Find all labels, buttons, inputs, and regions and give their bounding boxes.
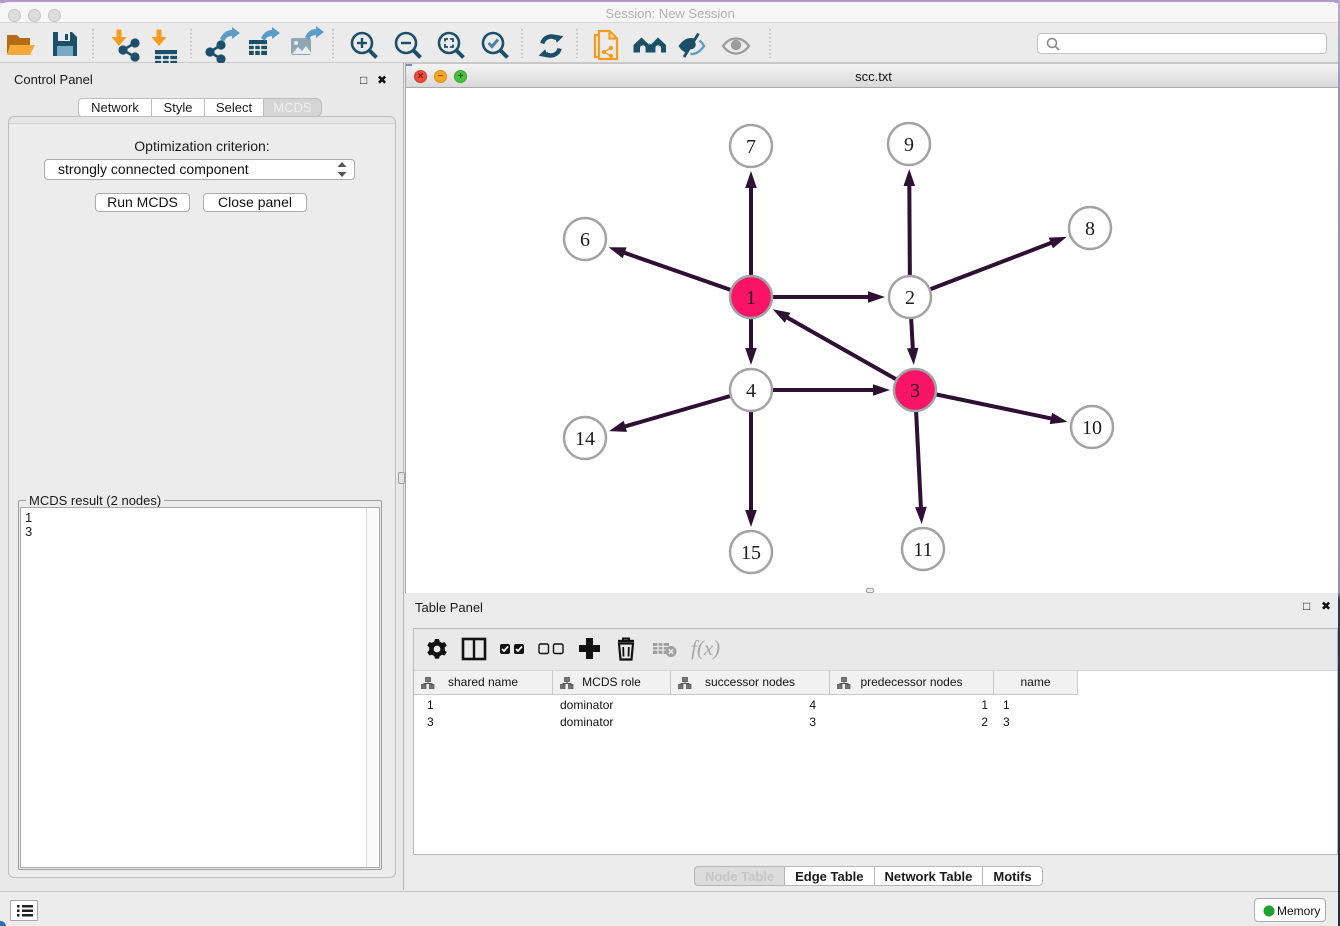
svg-text:14: 14 — [575, 428, 595, 450]
svg-text:6: 6 — [580, 229, 590, 251]
svg-text:10: 10 — [1082, 417, 1102, 439]
svg-text:9: 9 — [904, 134, 914, 156]
svg-text:1: 1 — [746, 287, 756, 309]
svg-text:f(x): f(x) — [691, 636, 720, 660]
svg-text:11: 11 — [913, 539, 932, 561]
svg-text:3: 3 — [910, 380, 920, 402]
svg-text:15: 15 — [741, 542, 761, 564]
svg-text:4: 4 — [746, 380, 756, 402]
svg-text:2: 2 — [905, 287, 915, 309]
svg-text:7: 7 — [746, 136, 756, 158]
svg-text:8: 8 — [1085, 218, 1095, 240]
